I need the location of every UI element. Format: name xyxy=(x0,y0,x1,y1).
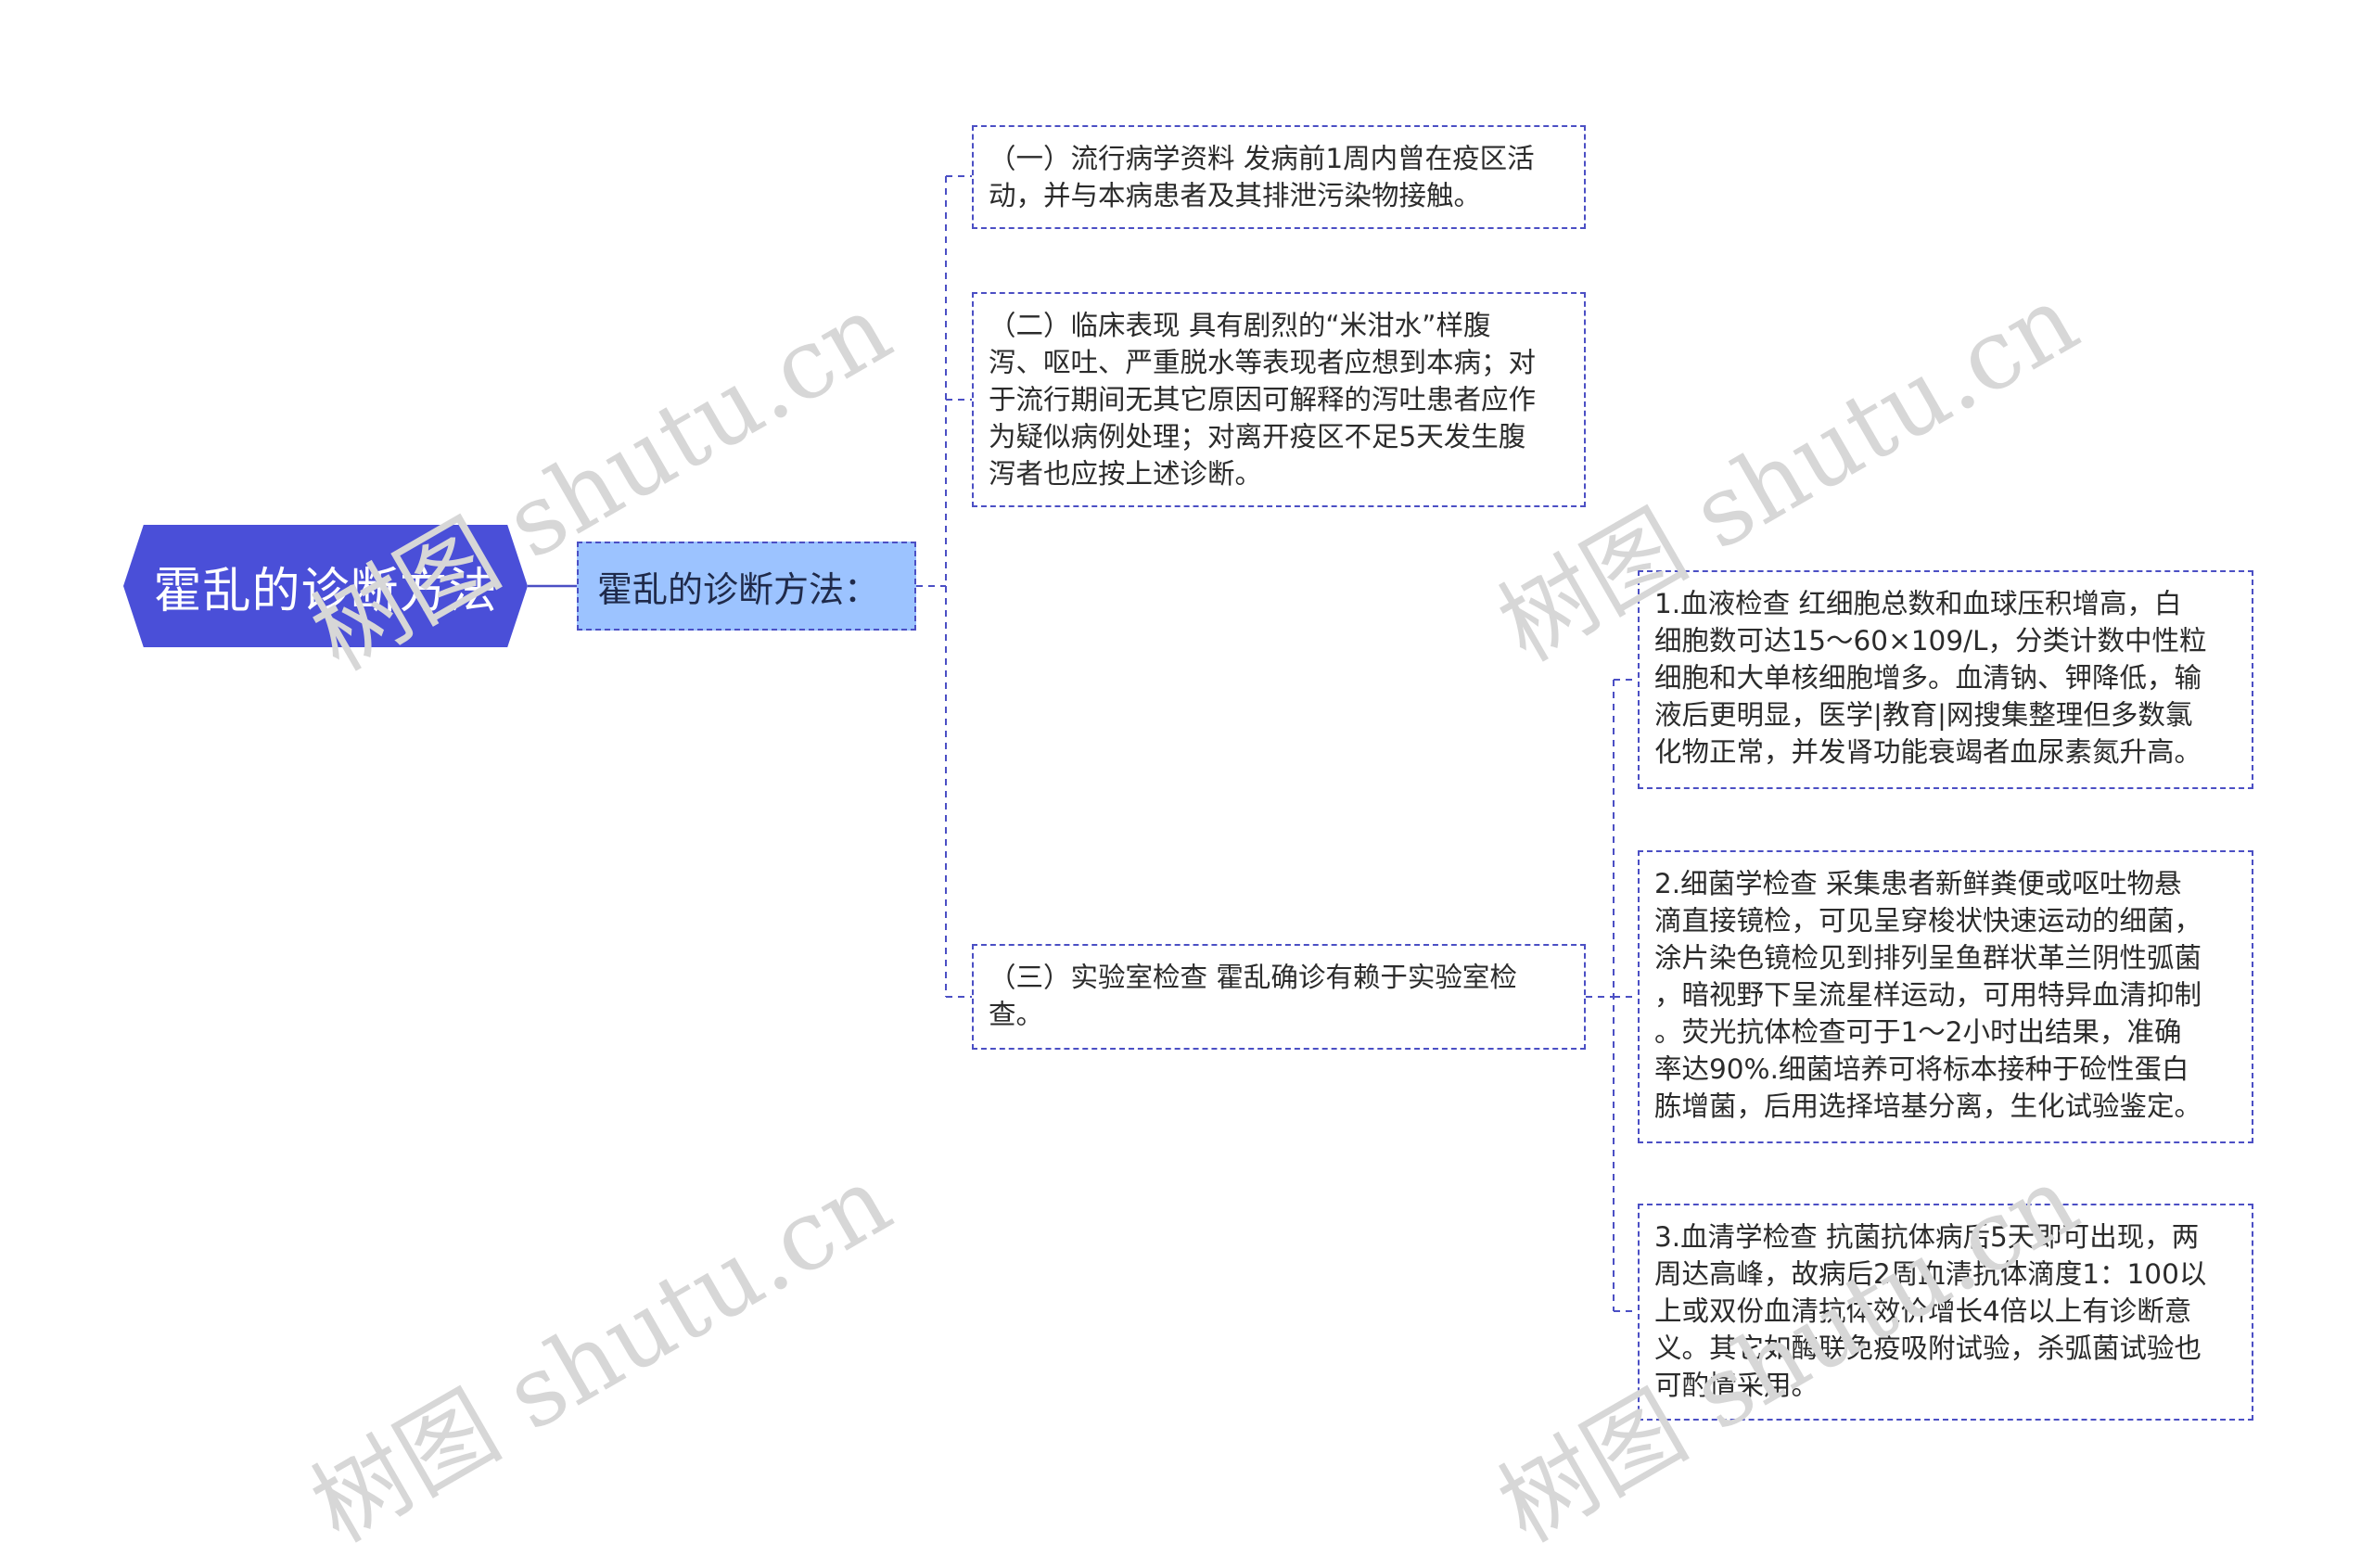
sub-node-label: 霍乱的诊断方法： xyxy=(597,568,880,610)
mindmap-canvas: 霍乱的诊断方法 霍乱的诊断方法： （一）流行病学资料 发病前1周内曾在疫区活 动… xyxy=(0,0,2374,1564)
leaf-line: 2.细菌学检查 采集患者新鲜粪便或呕吐物悬 xyxy=(1654,868,2182,899)
leaf-line: 泻、呕吐、严重脱水等表现者应想到本病；对 xyxy=(989,347,1537,378)
leaf-line: 可酌情采用。 xyxy=(1654,1370,1819,1401)
leaf-line: 查。 xyxy=(989,999,1044,1030)
leaf-line: 为疑似病例处理；对离开疫区不足5天发生腹 xyxy=(989,421,1526,453)
leaf-line: 泻者也应按上述诊断。 xyxy=(989,458,1263,490)
leaf-line: 细胞数可达15～60×109/L，分类计数中性粒 xyxy=(1654,625,2207,657)
leaf-line: 胨增菌，后用选择培基分离，生化试验鉴定。 xyxy=(1654,1090,2202,1122)
leaf-line: 液后更明显，医学|教育|网搜集整理但多数氯 xyxy=(1654,699,2193,731)
leaf-lab[interactable]: （三）实验室检查 霍乱确诊有赖于实验室检 查。 xyxy=(972,944,1586,1050)
leaf-line: （三）实验室检查 霍乱确诊有赖于实验室检 xyxy=(989,962,1517,993)
watermark: 树图 shutu.cn xyxy=(293,1143,909,1564)
leaf-line: 涂片染色镜检见到排列呈鱼群状革兰阴性弧菌 xyxy=(1654,942,2202,974)
leaf-epidemiology[interactable]: （一）流行病学资料 发病前1周内曾在疫区活 动，并与本病患者及其排泄污染物接触。 xyxy=(972,125,1586,229)
leaf-line: 义。其它如酶联免疫吸附试验，杀弧菌试验也 xyxy=(1654,1332,2202,1364)
leaf-clinical[interactable]: （二）临床表现 具有剧烈的“米泔水”样腹 泻、呕吐、严重脱水等表现者应想到本病；… xyxy=(972,292,1586,507)
leaf-bacteria[interactable]: 2.细菌学检查 采集患者新鲜粪便或呕吐物悬 滴直接镜检，可见呈穿梭状快速运动的细… xyxy=(1638,850,2253,1143)
leaf-line: 化物正常，并发肾功能衰竭者血尿素氮升高。 xyxy=(1654,736,2202,768)
root-node-label: 霍乱的诊断方法 xyxy=(153,563,498,619)
leaf-serology[interactable]: 3.血清学检查 抗菌抗体病后5天即可出现，两 周达高峰，故病后2周血清抗体滴度1… xyxy=(1638,1204,2253,1421)
root-node[interactable]: 霍乱的诊断方法 xyxy=(123,525,528,647)
leaf-blood[interactable]: 1.血液检查 红细胞总数和血球压积增高，白 细胞数可达15～60×109/L，分… xyxy=(1638,570,2253,789)
leaf-line: （一）流行病学资料 发病前1周内曾在疫区活 xyxy=(989,143,1535,174)
leaf-line: 动，并与本病患者及其排泄污染物接触。 xyxy=(989,180,1482,211)
leaf-line: （二）临床表现 具有剧烈的“米泔水”样腹 xyxy=(989,310,1491,341)
leaf-line: 率达90%.细菌培养可将标本接种于硷性蛋白 xyxy=(1654,1053,2189,1085)
leaf-line: 1.血液检查 红细胞总数和血球压积增高，白 xyxy=(1654,588,2182,619)
leaf-line: 上或双份血清抗体效价增长4倍以上有诊断意 xyxy=(1654,1295,2192,1327)
leaf-line: 。荧光抗体检查可于1～2小时出结果，准确 xyxy=(1654,1016,2182,1048)
leaf-line: 3.血清学检查 抗菌抗体病后5天即可出现，两 xyxy=(1654,1221,2200,1253)
leaf-line: 周达高峰，故病后2周血清抗体滴度1：100以 xyxy=(1654,1258,2207,1290)
leaf-line: 于流行期间无其它原因可解释的泻吐患者应作 xyxy=(989,384,1537,415)
leaf-line: 细胞和大单核细胞增多。血清钠、钾降低，输 xyxy=(1654,662,2202,694)
leaf-line: 滴直接镜检，可见呈穿梭状快速运动的细菌， xyxy=(1654,905,2202,937)
leaf-line: ，暗视野下呈流星样运动，可用特异血清抑制 xyxy=(1654,979,2202,1011)
sub-node[interactable]: 霍乱的诊断方法： xyxy=(577,542,916,631)
